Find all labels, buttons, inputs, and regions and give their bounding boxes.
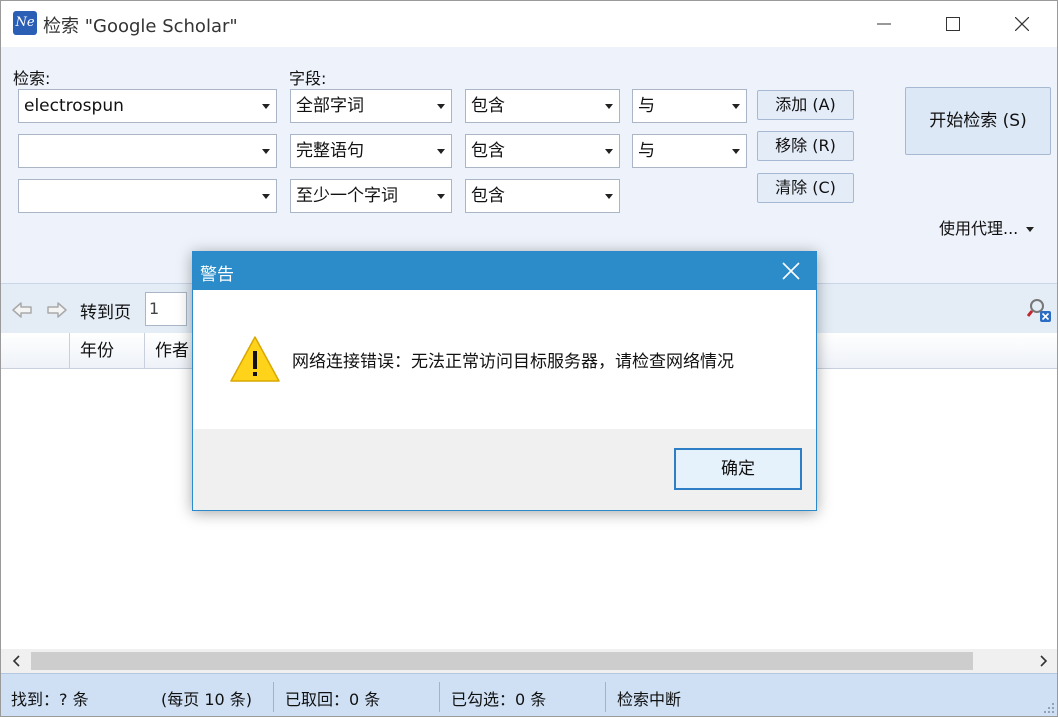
chevron-down-icon bbox=[605, 104, 613, 109]
add-button[interactable]: 添加 (A) bbox=[757, 90, 854, 120]
chevron-down-icon bbox=[1026, 227, 1035, 232]
match-select-2[interactable]: 包含 bbox=[465, 134, 620, 168]
chevron-down-icon bbox=[437, 194, 445, 199]
match-select-3-value: 包含 bbox=[471, 186, 505, 206]
chevron-down-icon bbox=[605, 194, 613, 199]
chevron-down-icon bbox=[605, 149, 613, 154]
search-panel: 检索: 字段: electrospun 全部字词 包含 与 完整语句 包含 与 bbox=[1, 47, 1057, 283]
chevron-down-icon bbox=[262, 104, 270, 109]
status-per-page: (每页 10 条) bbox=[161, 690, 253, 709]
next-page-icon[interactable] bbox=[45, 298, 69, 322]
ok-button[interactable]: 确定 bbox=[674, 448, 802, 490]
dialog-message: 网络连接错误：无法正常访问目标服务器，请检查网络情况 bbox=[292, 352, 734, 372]
minimize-button[interactable] bbox=[849, 1, 919, 47]
close-icon bbox=[782, 262, 800, 280]
warning-icon bbox=[230, 336, 280, 382]
chevron-down-icon bbox=[732, 104, 740, 109]
scroll-right-icon[interactable] bbox=[1035, 653, 1051, 669]
previous-page-icon[interactable] bbox=[10, 298, 34, 322]
dialog-footer: 确定 bbox=[193, 429, 816, 510]
status-checked: 已勾选：0 条 bbox=[451, 690, 547, 709]
window-title: 检索 "Google Scholar" bbox=[43, 16, 238, 37]
search-term-1[interactable]: electrospun bbox=[18, 89, 277, 123]
start-search-button[interactable]: 开始检索 (S) bbox=[905, 87, 1051, 155]
column-header-year[interactable]: 年份 bbox=[69, 333, 144, 369]
clear-button[interactable]: 清除 (C) bbox=[757, 173, 854, 203]
match-select-1-value: 包含 bbox=[471, 96, 505, 116]
field-select-1[interactable]: 全部字词 bbox=[290, 89, 452, 123]
close-button[interactable] bbox=[987, 1, 1057, 47]
proxy-label: 使用代理... bbox=[939, 219, 1019, 238]
chevron-down-icon bbox=[262, 194, 270, 199]
field-select-3-value: 至少一个字词 bbox=[296, 186, 398, 206]
dialog-title: 警告 bbox=[200, 265, 234, 285]
search-window: Ne 检索 "Google Scholar" 检索: 字段: electrosp… bbox=[0, 0, 1058, 717]
status-separator bbox=[273, 682, 274, 712]
goto-page-label: 转到页 bbox=[80, 303, 131, 323]
search-term-3[interactable] bbox=[18, 179, 277, 213]
field-select-2-value: 完整语句 bbox=[296, 141, 364, 161]
status-separator bbox=[439, 682, 440, 712]
status-found: 找到：? 条 bbox=[11, 690, 89, 709]
warning-dialog: 警告 网络连接错误：无法正常访问目标服务器，请检查网络情况 确定 bbox=[192, 251, 817, 511]
close-icon bbox=[1015, 17, 1029, 31]
status-state: 检索中断 bbox=[617, 690, 682, 709]
logic-select-1[interactable]: 与 bbox=[632, 89, 747, 123]
clear-results-icon[interactable] bbox=[1027, 297, 1053, 323]
match-select-2-value: 包含 bbox=[471, 141, 505, 161]
chevron-down-icon bbox=[262, 149, 270, 154]
chevron-down-icon bbox=[437, 149, 445, 154]
search-label: 检索: bbox=[13, 69, 51, 88]
scrollbar-thumb[interactable] bbox=[31, 652, 973, 670]
logic-select-2[interactable]: 与 bbox=[632, 134, 747, 168]
remove-button[interactable]: 移除 (R) bbox=[757, 131, 854, 161]
status-retrieved: 已取回：0 条 bbox=[285, 690, 381, 709]
dialog-title-bar: 警告 bbox=[193, 252, 816, 290]
chevron-down-icon bbox=[732, 149, 740, 154]
horizontal-scrollbar[interactable] bbox=[1, 649, 1057, 673]
status-bar: 找到：? 条 (每页 10 条) 已取回：0 条 已勾选：0 条 检索中断 bbox=[1, 673, 1057, 716]
dialog-close-button[interactable] bbox=[766, 252, 816, 290]
field-select-2[interactable]: 完整语句 bbox=[290, 134, 452, 168]
resize-grip-icon[interactable] bbox=[1041, 700, 1055, 714]
scroll-left-icon[interactable] bbox=[9, 653, 25, 669]
status-separator bbox=[605, 682, 606, 712]
search-term-1-value: electrospun bbox=[24, 96, 124, 116]
logic-select-1-value: 与 bbox=[638, 96, 655, 116]
match-select-1[interactable]: 包含 bbox=[465, 89, 620, 123]
chevron-down-icon bbox=[437, 104, 445, 109]
field-label: 字段: bbox=[289, 69, 327, 88]
page-number-input[interactable]: 1 bbox=[145, 292, 187, 326]
logic-select-2-value: 与 bbox=[638, 141, 655, 161]
field-select-3[interactable]: 至少一个字词 bbox=[290, 179, 452, 213]
proxy-menu[interactable]: 使用代理... bbox=[939, 215, 1035, 239]
field-select-1-value: 全部字词 bbox=[296, 96, 364, 116]
maximize-icon bbox=[946, 17, 960, 31]
match-select-3[interactable]: 包含 bbox=[465, 179, 620, 213]
title-bar: Ne 检索 "Google Scholar" bbox=[1, 1, 1057, 47]
app-icon: Ne bbox=[13, 11, 37, 35]
minimize-icon bbox=[877, 23, 891, 25]
maximize-button[interactable] bbox=[918, 1, 988, 47]
search-term-2[interactable] bbox=[18, 134, 277, 168]
